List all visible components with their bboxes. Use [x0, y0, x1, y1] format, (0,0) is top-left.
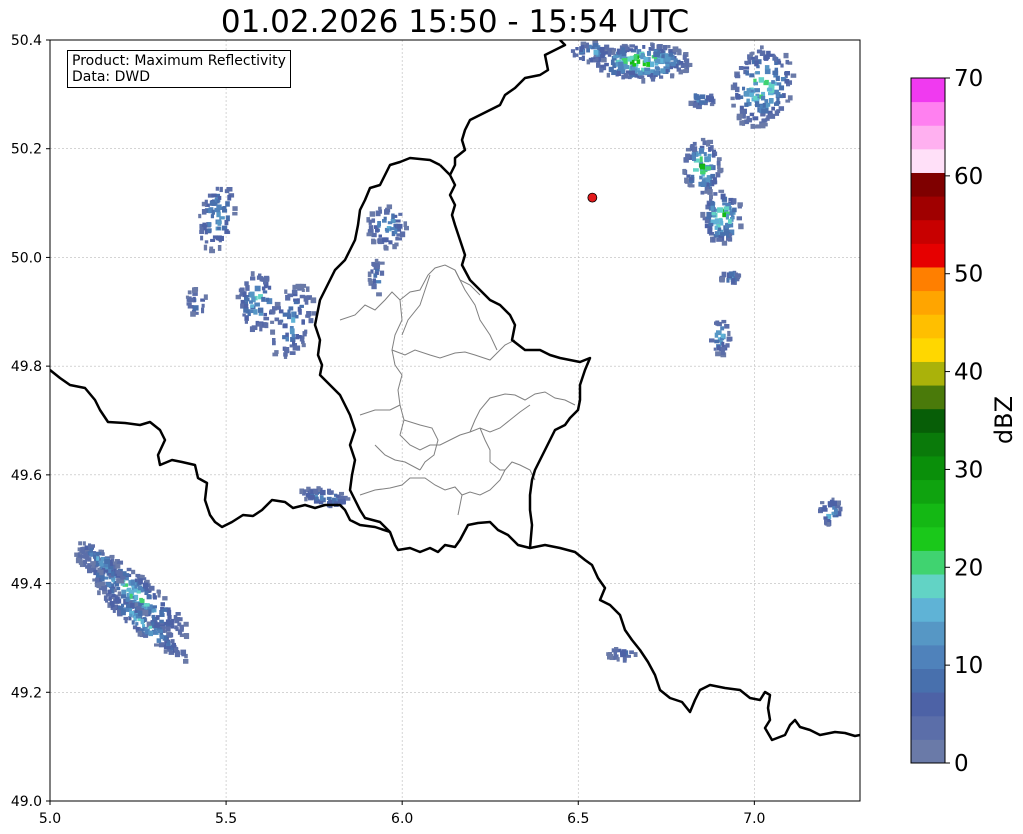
product-line: Product: Maximum Reflectivity: [72, 53, 286, 69]
y-tick-label: 49.4: [11, 577, 42, 593]
y-tick-label: 49.8: [11, 359, 42, 375]
y-tick-label: 49.2: [11, 685, 42, 701]
colorbar-swatch: [911, 644, 945, 670]
colorbar-swatch: [911, 385, 945, 410]
x-tick-label: 6.5: [567, 811, 589, 827]
colorbar-swatch: [911, 172, 945, 197]
y-tick-label: 50.2: [11, 142, 42, 158]
colorbar-swatch: [911, 361, 945, 386]
colorbar-swatch: [911, 408, 945, 433]
colorbar-swatch: [911, 337, 945, 362]
y-tick-label: 50.0: [11, 250, 42, 266]
y-tick-label: 49.0: [11, 794, 42, 810]
colorbar-swatch: [911, 314, 945, 339]
colorbar-swatch: [911, 503, 945, 528]
colorbar-tick-label: 30: [954, 457, 983, 483]
y-tick-label: 50.4: [11, 33, 42, 49]
colorbar-swatch: [911, 715, 945, 740]
y-tick-label: 49.6: [11, 468, 42, 484]
colorbar-tick-label: 10: [954, 653, 983, 679]
radar-map: 5.0 5.5 6.0 6.5 7.0 49.0 49.2 49.4 49.6 49.8 50.0…: [11, 33, 1018, 827]
colorbar: [910, 77, 946, 764]
colorbar-swatch: [911, 219, 945, 244]
colorbar-ticks: 0 10 20 30 40 50 60 70: [945, 66, 983, 777]
radar-site-marker: [587, 192, 598, 203]
colorbar-swatch: [911, 597, 945, 622]
map-gridlines: [49, 39, 860, 802]
colorbar-swatch: [911, 739, 945, 764]
colorbar-swatch: [911, 526, 945, 551]
x-tick-label: 6.0: [391, 811, 413, 827]
radar-site-dot: [587, 192, 598, 203]
plot-frame: [49, 39, 861, 802]
colorbar-swatch: [911, 432, 945, 457]
colorbar-tick-label: 70: [954, 66, 983, 92]
colorbar-tick-label: 0: [954, 751, 969, 777]
colorbar-swatch: [911, 196, 945, 221]
y-axis-ticks: 49.0 49.2 49.4 49.6 49.8 50.0 50.2 50.4: [11, 33, 50, 810]
colorbar-swatch: [911, 550, 945, 575]
colorbar-swatch: [911, 621, 945, 646]
colorbar-swatch: [911, 479, 945, 504]
colorbar-swatch: [911, 266, 945, 292]
colorbar-tick-label: 60: [954, 164, 983, 190]
colorbar-swatch: [911, 290, 945, 315]
colorbar-swatch: [911, 574, 945, 599]
colorbar-label: dBZ: [990, 396, 1018, 444]
colorbar-swatch: [911, 692, 945, 717]
x-tick-label: 5.0: [39, 811, 61, 827]
colorbar-swatch: [911, 668, 945, 693]
product-info-box: Product: Maximum Reflectivity Data: DWD: [67, 50, 291, 88]
colorbar-swatch: [911, 455, 945, 481]
colorbar-tick-label: 20: [954, 555, 983, 581]
colorbar-swatch: [911, 101, 945, 126]
x-tick-label: 7.0: [743, 811, 765, 827]
colorbar-tick-label: 50: [954, 262, 983, 288]
data-source-line: Data: DWD: [72, 69, 150, 85]
x-tick-label: 5.5: [215, 811, 237, 827]
colorbar-swatch: [911, 78, 945, 103]
regional-borders: [339, 264, 576, 516]
colorbar-swatch: [911, 243, 945, 268]
colorbar-swatch: [911, 148, 945, 173]
x-axis-ticks: 5.0 5.5 6.0 6.5 7.0: [39, 801, 765, 827]
colorbar-tick-label: 40: [954, 360, 983, 386]
colorbar-swatch: [911, 125, 945, 150]
